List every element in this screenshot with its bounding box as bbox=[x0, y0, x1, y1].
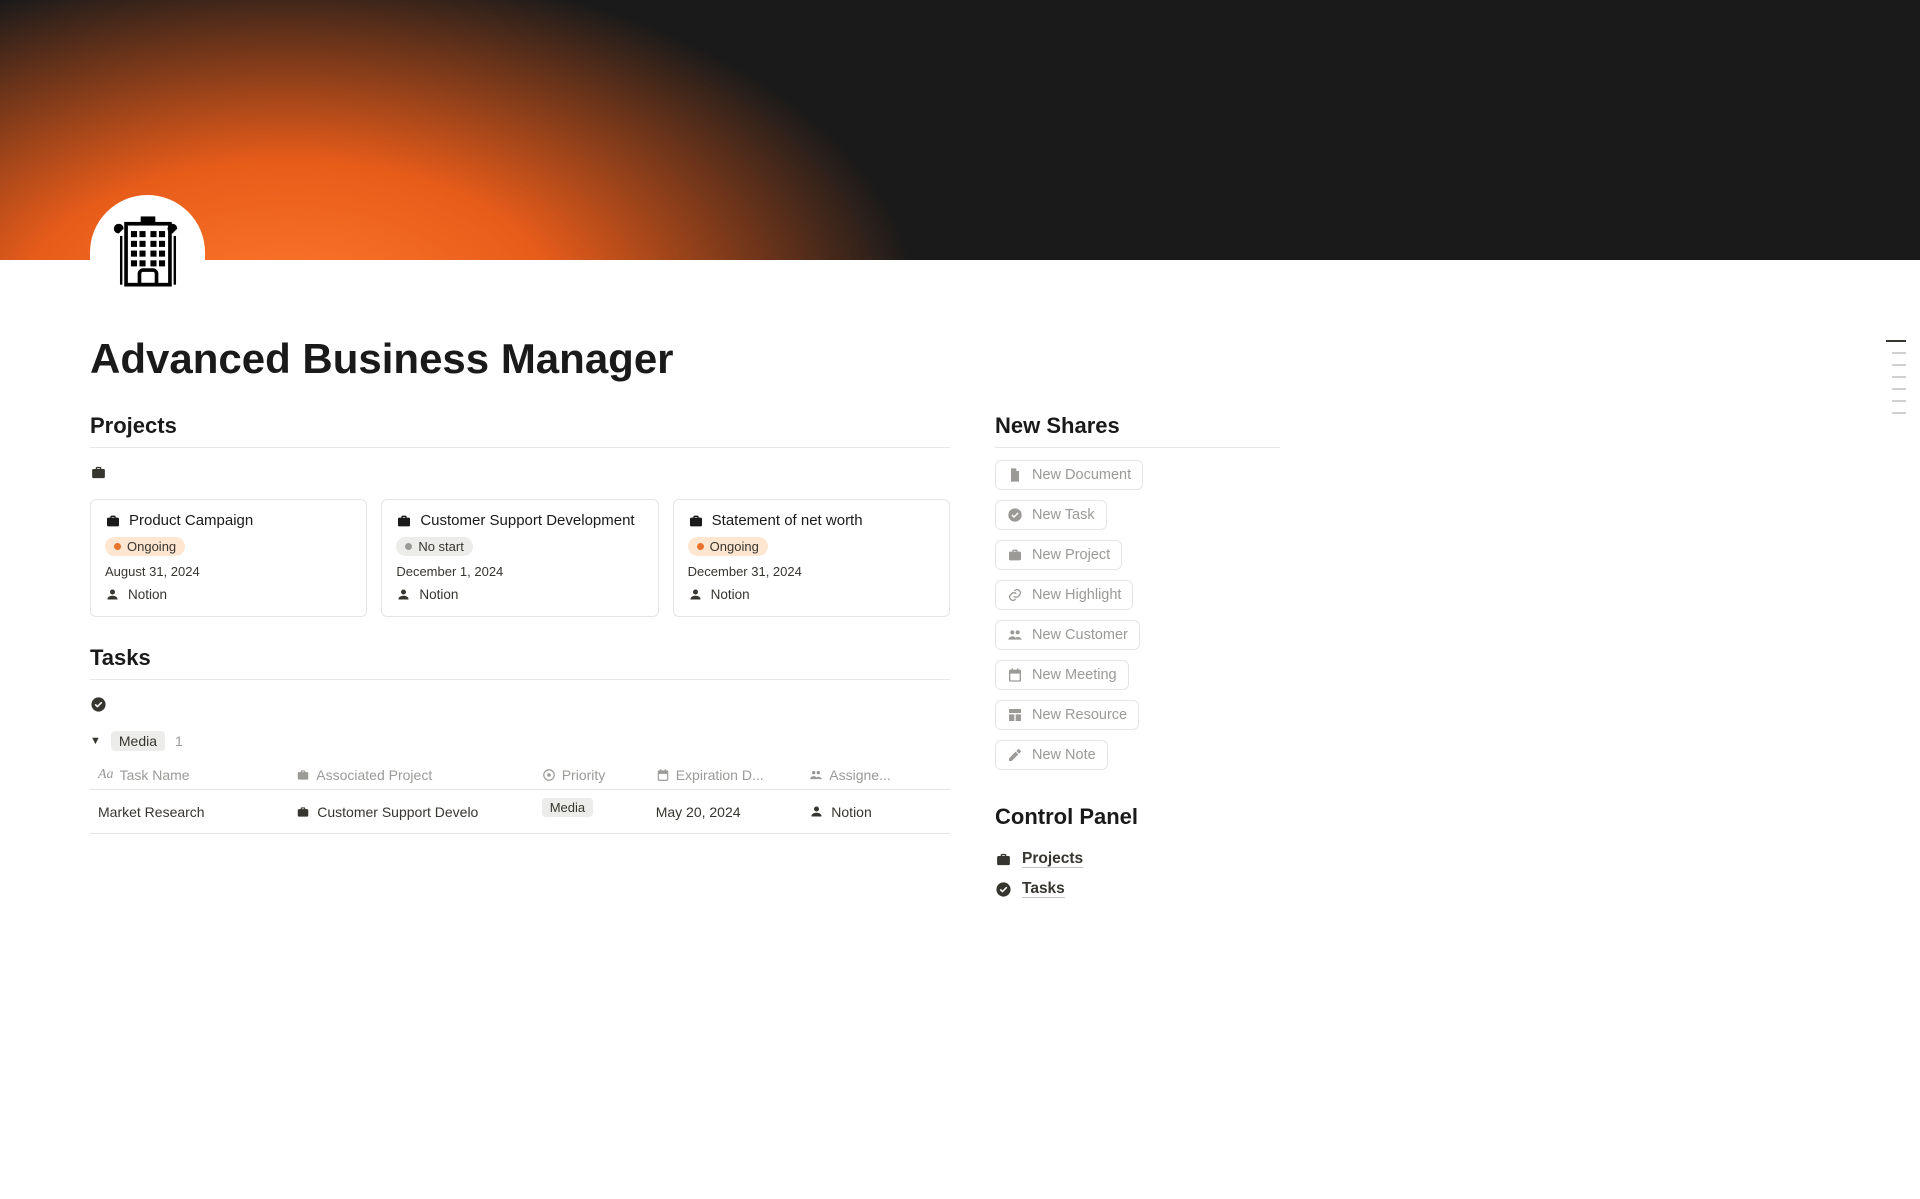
task-project-cell: Customer Support Develo bbox=[317, 804, 478, 820]
check-circle-icon bbox=[90, 696, 107, 713]
new-customer-button[interactable]: New Customer bbox=[995, 620, 1140, 650]
col-priority[interactable]: Priority bbox=[562, 767, 606, 783]
project-title: Statement of net worth bbox=[712, 512, 863, 529]
link-icon bbox=[1007, 587, 1023, 603]
briefcase-icon bbox=[90, 464, 107, 481]
control-panel-heading: Control Panel bbox=[995, 804, 1280, 838]
task-assignee-cell: Notion bbox=[831, 804, 871, 820]
project-card[interactable]: Product Campaign Ongoing August 31, 2024… bbox=[90, 499, 367, 617]
page-icon[interactable] bbox=[90, 195, 205, 310]
new-shares-heading: New Shares bbox=[995, 413, 1280, 448]
person-icon bbox=[105, 587, 120, 602]
briefcase-icon bbox=[1007, 547, 1023, 563]
project-title: Product Campaign bbox=[129, 512, 253, 529]
cover-image bbox=[0, 0, 1920, 260]
col-task-name[interactable]: Task Name bbox=[120, 767, 190, 783]
projects-gallery: Product Campaign Ongoing August 31, 2024… bbox=[90, 499, 950, 617]
task-group-name: Media bbox=[111, 731, 165, 751]
new-document-button[interactable]: New Document bbox=[995, 460, 1143, 490]
project-date: December 31, 2024 bbox=[688, 564, 935, 579]
pencil-icon bbox=[1007, 747, 1023, 763]
task-expiration-cell: May 20, 2024 bbox=[656, 804, 741, 820]
project-owner: Notion bbox=[105, 587, 352, 602]
project-date: December 1, 2024 bbox=[396, 564, 643, 579]
person-icon bbox=[688, 587, 703, 602]
project-title: Customer Support Development bbox=[420, 512, 634, 529]
new-resource-button[interactable]: New Resource bbox=[995, 700, 1139, 730]
chevron-down-icon: ▼ bbox=[90, 735, 101, 747]
project-card[interactable]: Statement of net worth Ongoing December … bbox=[673, 499, 950, 617]
check-icon bbox=[995, 881, 1012, 898]
task-group-header[interactable]: ▼ Media 1 bbox=[90, 731, 950, 751]
calendar-icon bbox=[1007, 667, 1023, 683]
projects-heading: Projects bbox=[90, 413, 950, 448]
layout-icon bbox=[1007, 707, 1023, 723]
check-icon bbox=[1007, 507, 1023, 523]
status-badge: Ongoing bbox=[105, 537, 185, 556]
tasks-heading: Tasks bbox=[90, 645, 950, 680]
project-owner: Notion bbox=[688, 587, 935, 602]
projects-view-tab[interactable] bbox=[90, 460, 107, 485]
project-card[interactable]: Customer Support Development No start De… bbox=[381, 499, 658, 617]
new-task-button[interactable]: New Task bbox=[995, 500, 1107, 530]
page-outline[interactable] bbox=[1886, 340, 1906, 414]
tasks-table: AaTask Name Associated Project Priority … bbox=[90, 761, 950, 834]
col-expiration[interactable]: Expiration D... bbox=[676, 767, 764, 783]
building-icon bbox=[109, 214, 187, 292]
control-panel-projects[interactable]: Projects bbox=[995, 850, 1280, 868]
status-badge: No start bbox=[396, 537, 473, 556]
people-icon bbox=[1007, 627, 1023, 643]
task-name-cell: Market Research bbox=[98, 804, 205, 820]
person-icon bbox=[396, 587, 411, 602]
project-date: August 31, 2024 bbox=[105, 564, 352, 579]
col-associated-project[interactable]: Associated Project bbox=[316, 767, 432, 783]
table-row[interactable]: Market Research Customer Support Develo … bbox=[90, 790, 950, 834]
briefcase-icon bbox=[995, 851, 1012, 868]
briefcase-icon bbox=[688, 513, 704, 529]
status-badge: Ongoing bbox=[688, 537, 768, 556]
control-panel-tasks[interactable]: Tasks bbox=[995, 880, 1280, 898]
new-note-button[interactable]: New Note bbox=[995, 740, 1108, 770]
new-meeting-button[interactable]: New Meeting bbox=[995, 660, 1129, 690]
task-priority-cell: Media bbox=[542, 798, 593, 817]
doc-icon bbox=[1007, 467, 1023, 483]
new-highlight-button[interactable]: New Highlight bbox=[995, 580, 1133, 610]
briefcase-icon bbox=[396, 513, 412, 529]
task-group-count: 1 bbox=[175, 733, 183, 749]
briefcase-icon bbox=[105, 513, 121, 529]
project-owner: Notion bbox=[396, 587, 643, 602]
page-title[interactable]: Advanced Business Manager bbox=[90, 335, 1280, 383]
new-project-button[interactable]: New Project bbox=[995, 540, 1122, 570]
tasks-view-tab[interactable] bbox=[90, 692, 107, 717]
col-assignee[interactable]: Assigne... bbox=[829, 767, 890, 783]
